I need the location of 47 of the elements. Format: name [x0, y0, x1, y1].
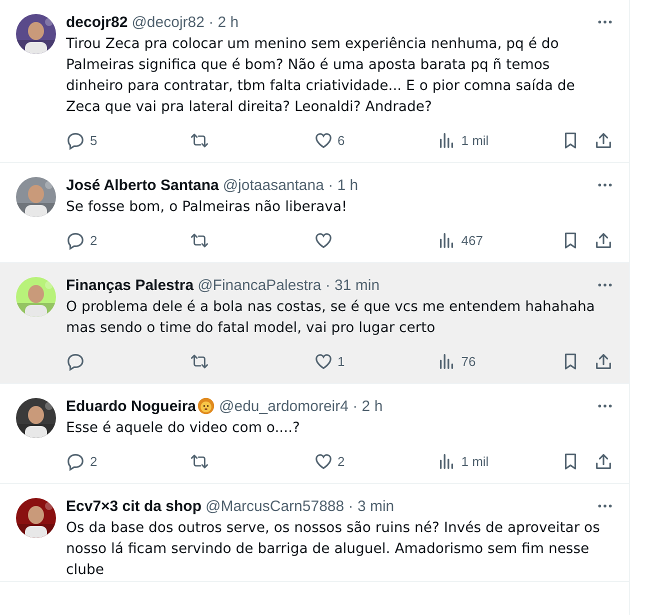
handle-and-time: @decojr82 · 2 h [132, 14, 239, 30]
post-text: Os da base dos outros serve, os nossos são ruins né? Invés de aproveitar os nosso lá ficam servindo de barriga de aluguel. Amadorismo sem fim nesse clube [66, 519, 601, 580]
share-icon[interactable] [594, 452, 613, 470]
share-icon[interactable] [594, 230, 613, 250]
more-icon[interactable] [597, 283, 613, 287]
view-count: 1 mil [461, 454, 489, 468]
reply-icon[interactable] [66, 230, 85, 250]
reply-icon[interactable] [66, 452, 85, 470]
more-icon[interactable] [597, 183, 613, 187]
heart-icon[interactable] [314, 230, 332, 250]
repost-icon[interactable] [190, 452, 209, 470]
user-name[interactable]: Eduardo Nogueira [66, 398, 196, 414]
handle-and-time: @FinancaPalestra · 31 min [198, 276, 380, 294]
more-icon[interactable] [597, 20, 613, 24]
repost-icon[interactable] [190, 352, 209, 370]
handle-and-time: @edu_ardomoreir4 · 2 h [219, 398, 383, 414]
handle-and-time: @jotaasantana · 1 h [222, 176, 358, 194]
repost-icon[interactable] [190, 230, 209, 250]
more-icon[interactable] [597, 504, 613, 508]
user-name[interactable]: Ecv7×3 cit da shop [66, 498, 202, 514]
post-text: Se fosse bom, o Palmeiras não liberava! [66, 198, 348, 217]
reply-count: 2 [90, 232, 98, 248]
handle-and-time: @MarcusCarn57888 · 3 min [205, 498, 394, 514]
heart-icon[interactable] [314, 130, 332, 150]
repost-icon[interactable] [190, 130, 209, 150]
user-name[interactable]: José Alberto Santana [66, 176, 219, 194]
like-count: 6 [338, 132, 345, 148]
heart-icon[interactable] [314, 352, 332, 370]
reply-icon[interactable] [66, 352, 85, 370]
user-name[interactable]: decojr82 [66, 14, 128, 30]
lion-icon [197, 397, 216, 415]
view-count: 467 [461, 232, 483, 248]
share-icon[interactable] [594, 352, 613, 370]
reply-count: 5 [90, 132, 98, 148]
more-icon[interactable] [597, 404, 613, 408]
view-count: 76 [461, 354, 476, 368]
reply-count: 2 [90, 454, 98, 468]
user-name[interactable]: Finanças Palestra [66, 276, 194, 294]
reply-icon[interactable] [66, 130, 85, 150]
heart-icon[interactable] [314, 452, 332, 470]
post-text: O problema dele é a bola nas costas, se é que vcs me entendem hahahaha mas sendo o time do fatal model, vai pro lugar certo [66, 298, 596, 338]
post-text: Tirou Zeca pra colocar um menino sem experiência nenhuma, pq é do Palmeiras significa que é bom? Não é uma aposta barata pq ñ temos dinheiro para contratar, tbm falta criatividade... E o pior comna saída de Zeca que vai pra lateral direita? Leonaldi? Andrade? [66, 35, 576, 117]
view-count: 1 mil [461, 132, 489, 148]
like-count: 2 [338, 454, 345, 468]
post-text: Esse é aquele do video com o....? [66, 419, 301, 438]
share-icon[interactable] [594, 130, 613, 150]
like-count: 1 [338, 354, 345, 368]
